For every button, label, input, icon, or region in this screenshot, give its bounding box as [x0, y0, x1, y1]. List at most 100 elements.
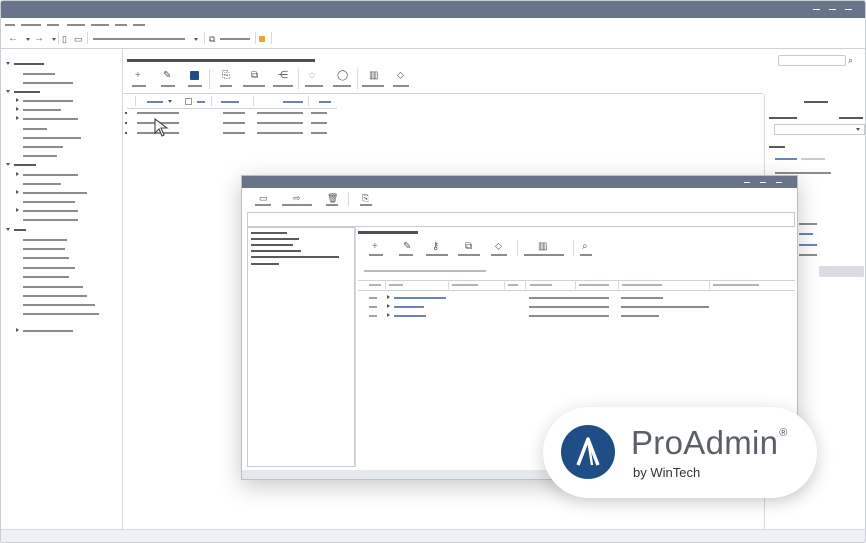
copy-label	[220, 38, 250, 40]
tree-item[interactable]	[23, 174, 78, 176]
tree-item[interactable]	[23, 304, 95, 306]
tree-item[interactable]	[251, 232, 287, 234]
chevron-down-icon[interactable]	[52, 38, 56, 41]
edit-icon[interactable]: ✎	[163, 71, 171, 81]
menu-item[interactable]	[91, 24, 109, 26]
tree-item[interactable]	[23, 109, 61, 111]
panel-button[interactable]	[819, 266, 864, 277]
tree-item[interactable]	[23, 73, 55, 75]
dialog-tree-panel	[247, 227, 355, 467]
column-header[interactable]	[319, 101, 331, 103]
open-folder-icon[interactable]: ▭	[74, 34, 83, 44]
minimize-icon[interactable]	[744, 182, 750, 183]
delete-icon[interactable]: 🗑	[327, 193, 338, 203]
tree-item[interactable]	[23, 201, 75, 203]
tree-item[interactable]	[23, 330, 73, 332]
copy-icon[interactable]: ⧉	[209, 34, 215, 44]
key-icon[interactable]: ⚷	[432, 242, 439, 252]
tree-item[interactable]	[23, 210, 78, 212]
run-icon[interactable]	[190, 71, 199, 80]
tree-item[interactable]	[23, 183, 61, 185]
maximize-icon[interactable]	[829, 9, 836, 10]
panel-dropdown[interactable]	[774, 124, 865, 135]
forward-arrow-icon[interactable]: →	[34, 34, 44, 44]
close-icon[interactable]	[845, 9, 852, 10]
tree-item[interactable]	[23, 155, 57, 157]
path-dropdown[interactable]	[93, 38, 185, 40]
menu-item[interactable]	[47, 24, 59, 26]
tree-item[interactable]	[23, 313, 99, 315]
chevron-down-icon[interactable]	[194, 38, 198, 41]
brand-byline: by WinTech	[633, 465, 701, 480]
tree-item[interactable]	[251, 250, 301, 252]
edit-icon[interactable]: ✎	[403, 242, 411, 252]
dialog-search-bar[interactable]	[247, 212, 795, 227]
columns-icon[interactable]: ▥	[538, 242, 547, 252]
columns-icon[interactable]: ▥	[369, 71, 378, 81]
tree-node[interactable]	[14, 63, 44, 65]
duplicate-icon[interactable]: ⧉	[465, 242, 472, 252]
proadmin-logo-icon	[561, 425, 615, 479]
add-icon[interactable]: +	[135, 71, 141, 81]
search-input[interactable]	[778, 55, 846, 66]
brand-badge: ProAdmin® by WinTech	[543, 407, 817, 498]
tree-item[interactable]	[23, 82, 73, 84]
menu-item[interactable]	[21, 24, 41, 26]
tree-item[interactable]	[23, 286, 83, 288]
share-icon[interactable]: ⋲	[278, 71, 288, 81]
search-icon[interactable]: ⌕	[848, 55, 853, 65]
tree-item[interactable]	[23, 248, 65, 250]
tree-item[interactable]	[23, 137, 81, 139]
tree-node[interactable]	[14, 229, 26, 231]
tree-node[interactable]	[14, 91, 40, 93]
tag-icon[interactable]: ⬦	[495, 242, 502, 252]
maximize-icon[interactable]	[760, 182, 766, 183]
content-title	[127, 59, 315, 62]
close-icon[interactable]	[776, 182, 782, 183]
column-header[interactable]	[221, 101, 239, 103]
tree-item[interactable]	[23, 146, 63, 148]
view-icon[interactable]: ◯	[337, 71, 348, 81]
tag-icon[interactable]: ⬦	[397, 71, 404, 81]
new-document-icon[interactable]: ▯	[62, 34, 67, 44]
menu-item[interactable]	[133, 24, 145, 26]
tree-item[interactable]	[23, 295, 87, 297]
duplicate-icon[interactable]: ⧉	[251, 71, 258, 81]
chevron-down-icon[interactable]	[26, 38, 30, 41]
menu-item[interactable]	[67, 24, 85, 26]
tree-item[interactable]	[23, 257, 69, 259]
add-icon[interactable]: +	[372, 242, 378, 252]
menu-item[interactable]	[115, 24, 127, 26]
panel-title	[804, 101, 828, 103]
export-icon[interactable]: ⎘	[222, 71, 230, 81]
highlight-icon[interactable]	[259, 36, 265, 42]
tree-item[interactable]	[23, 100, 73, 102]
back-arrow-icon[interactable]: ←	[8, 34, 18, 44]
hide-icon[interactable]: ◌	[309, 71, 315, 81]
tree-item[interactable]	[23, 267, 75, 269]
tree-item[interactable]	[23, 276, 69, 278]
trademark-symbol: ®	[779, 427, 788, 439]
tree-item[interactable]	[23, 192, 87, 194]
tree-node[interactable]	[14, 164, 36, 166]
tree-item[interactable]	[251, 244, 293, 246]
column-header[interactable]	[283, 101, 303, 103]
tree-item[interactable]	[23, 118, 78, 120]
menu-item[interactable]	[5, 24, 15, 26]
export-icon[interactable]: ⎘	[362, 193, 369, 203]
tree-item[interactable]	[23, 219, 78, 221]
tree-item[interactable]	[23, 128, 47, 130]
tree-item[interactable]	[251, 238, 299, 240]
minimize-icon[interactable]	[813, 9, 820, 10]
checkbox[interactable]	[185, 98, 192, 105]
tree-item[interactable]	[251, 256, 339, 258]
move-icon[interactable]: ⇨	[293, 193, 301, 203]
search-icon[interactable]: ⌕	[582, 242, 588, 252]
tree-item[interactable]	[251, 263, 279, 265]
column-header[interactable]	[147, 101, 163, 103]
brand-name: ProAdmin®	[631, 424, 788, 461]
column-header[interactable]	[197, 101, 205, 103]
dialog-title	[358, 231, 418, 234]
calendar-icon[interactable]: ▭	[259, 193, 268, 203]
tree-item[interactable]	[23, 239, 67, 241]
